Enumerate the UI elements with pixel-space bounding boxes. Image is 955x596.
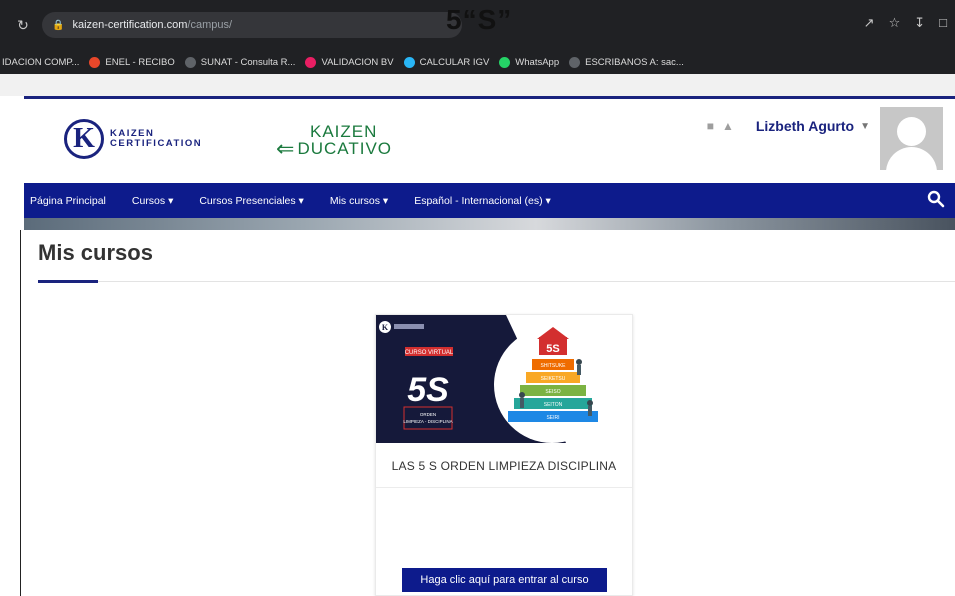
main-navbar: Página Principal Cursos ▾ Cursos Presenc… (24, 183, 955, 218)
course-big-text: 5S (407, 371, 449, 409)
nav-item-home[interactable]: Página Principal (30, 195, 106, 207)
svg-text:K: K (382, 323, 389, 332)
course-name[interactable]: LAS 5 S ORDEN LIMPIEZA DISCIPLINA (376, 459, 632, 473)
user-name[interactable]: Lizbeth Agurto (756, 118, 854, 134)
notifications-icon[interactable]: ▲ (722, 119, 742, 133)
nav-item-onsite-courses[interactable]: Cursos Presenciales ▾ (199, 195, 303, 207)
site-header: K KAIZEN CERTIFICATION KAIZEN ⇐ DUCATIVO… (24, 99, 955, 183)
e-arrow-icon: ⇐ (276, 136, 296, 161)
globe-icon (184, 56, 196, 68)
educativo-line1: KAIZEN (310, 122, 378, 141)
course-card[interactable]: K CURSO VIRTUAL 5S ORDEN LIMPIEZA - DISC… (375, 314, 633, 596)
download-icon[interactable]: ↧ (914, 15, 925, 31)
page-top-gap (0, 74, 955, 96)
whatsapp-icon (499, 56, 511, 68)
bookmark-item[interactable]: WhatsApp (499, 56, 560, 68)
svg-text:ORDEN: ORDEN (420, 412, 436, 417)
diamond-icon (305, 56, 317, 68)
search-icon[interactable] (927, 190, 945, 208)
globe-icon (569, 56, 581, 68)
url-path: /campus/ (187, 19, 233, 31)
bookmark-label: ENEL - RECIBO (105, 56, 175, 68)
bookmark-item[interactable]: ENEL - RECIBO (89, 56, 175, 68)
pyramid-level-3: SEISO (545, 389, 560, 395)
nav-item-my-courses[interactable]: Mis cursos ▾ (330, 195, 388, 207)
share-icon[interactable]: ↗ (864, 15, 875, 31)
bookmark-label: ESCRIBANOS A: sac... (585, 56, 684, 68)
bookmark-label: CALCULAR IGV (419, 56, 490, 68)
bookmark-label: SUNAT - Consulta R... (200, 56, 296, 68)
document-title: 5“S” (446, 4, 513, 35)
bookmark-label: IDACION COMP... (2, 56, 80, 68)
page-title: Mis cursos (38, 240, 153, 265)
kaizen-educativo-logo[interactable]: KAIZEN ⇐ DUCATIVO (276, 122, 393, 161)
avatar[interactable] (880, 107, 943, 170)
logo-line2: CERTIFICATION (110, 138, 203, 149)
course-image[interactable]: K CURSO VIRTUAL 5S ORDEN LIMPIEZA - DISC… (376, 315, 632, 443)
bookmark-item[interactable]: ESCRIBANOS A: sac... (569, 56, 684, 68)
messages-icon[interactable]: ■ (707, 119, 722, 133)
bookmark-star-icon[interactable]: ☆ (889, 15, 901, 31)
title-divider (98, 281, 955, 282)
bookmark-label: VALIDACION BV (321, 56, 394, 68)
k-logo-icon: K (64, 119, 104, 159)
address-bar[interactable]: 🔒 kaizen-certification.com/campus/ (42, 12, 462, 38)
enel-icon (89, 56, 101, 68)
bookmark-item[interactable]: SUNAT - Consulta R... (184, 56, 296, 68)
crop-border-line (20, 230, 21, 596)
svg-text:LIMPIEZA - DISCIPLINA: LIMPIEZA - DISCIPLINA (403, 419, 452, 424)
title-underline (38, 280, 98, 283)
bookmark-label: WhatsApp (515, 56, 560, 68)
window-icon[interactable]: □ (939, 15, 947, 31)
pyramid-level-2: SEIKETSU (541, 376, 566, 382)
nav-item-courses[interactable]: Cursos ▾ (132, 195, 173, 207)
pyramid-top-text: 5S (546, 343, 559, 355)
chevron-down-icon[interactable]: ▼ (860, 121, 870, 132)
card-divider (376, 487, 632, 488)
reload-icon[interactable]: ↻ (14, 17, 32, 34)
diamond-icon (403, 56, 415, 68)
enter-course-button[interactable]: Haga clic aquí para entrar al curso (402, 568, 607, 592)
bookmark-item[interactable]: CALCULAR IGV (403, 56, 490, 68)
pyramid-level-4: SEITON (544, 402, 563, 408)
educativo-line2: DUCATIVO (297, 139, 393, 158)
bookmark-item[interactable]: VALIDACION BV (305, 56, 394, 68)
url-domain: kaizen-certification.com (72, 19, 188, 31)
user-menu[interactable]: ■▲ Lizbeth Agurto ▼ (707, 107, 943, 170)
browser-actions: ↗ ☆ ↧ □ (864, 15, 947, 31)
lock-icon[interactable]: 🔒 (52, 20, 64, 31)
bookmark-item[interactable]: IDACION COMP... (2, 57, 79, 68)
kaizen-certification-logo[interactable]: K KAIZEN CERTIFICATION (64, 119, 202, 159)
course-tag-text: CURSO VIRTUAL (405, 350, 454, 356)
pyramid-level-5: SEIRI (546, 415, 559, 421)
pyramid-level-1: SHITSUKE (540, 363, 566, 369)
header-banner-strip (24, 218, 955, 230)
course-banner-graphic: K CURSO VIRTUAL 5S ORDEN LIMPIEZA - DISC… (376, 315, 632, 443)
bookmarks-bar: IDACION COMP... ENEL - RECIBO SUNAT - Cons… (0, 50, 955, 74)
browser-window: ↻ 🔒 kaizen-certification.com/campus/ 5“S… (0, 0, 955, 596)
nav-item-language[interactable]: Español - Internacional (es) ▾ (414, 195, 551, 207)
